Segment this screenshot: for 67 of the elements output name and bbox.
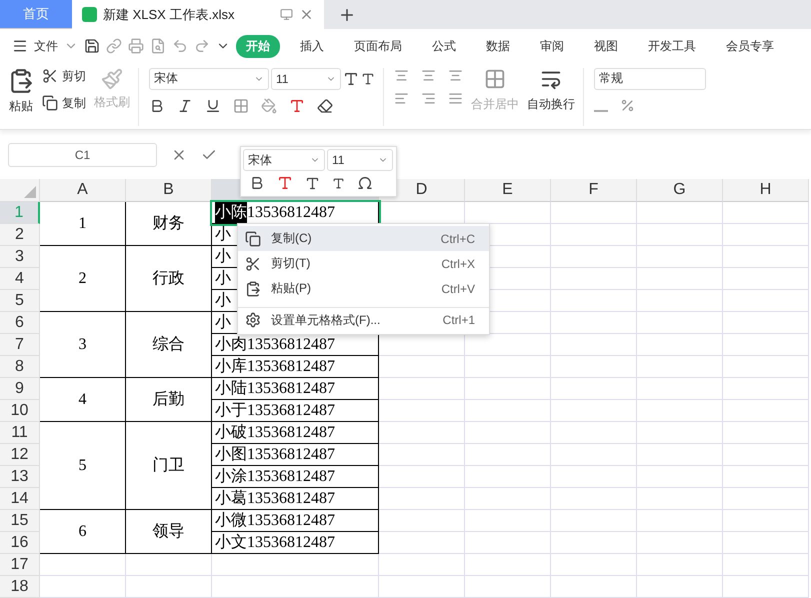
row-header[interactable]: 10 [0, 400, 40, 422]
file-menu[interactable]: 文件 [34, 38, 58, 55]
ribbon-tab[interactable]: 插入 [290, 34, 334, 58]
ribbon-tab[interactable]: 会员专享 [716, 34, 784, 58]
cut-button[interactable]: 剪切 [62, 68, 86, 85]
ribbon-tab[interactable]: 视图 [584, 34, 628, 58]
table-cell: 行政 [126, 246, 212, 312]
column-header[interactable]: G [637, 179, 723, 202]
table-cell: 小微13536812487 [212, 510, 379, 532]
table-cell: 小陆13536812487 [212, 378, 379, 400]
table-cell: 小文13536812487 [212, 532, 379, 554]
menu-item[interactable]: 复制(C) Ctrl+C [238, 226, 489, 251]
table-cell: 3 [40, 312, 126, 378]
table-cell: 小库13536812487 [212, 356, 379, 378]
table-cell: 财务 [126, 202, 212, 246]
row-header[interactable]: 18 [0, 576, 40, 598]
row-header[interactable]: 13 [0, 466, 40, 488]
row-header[interactable]: 17 [0, 554, 40, 576]
number-format-select[interactable]: 常规 [594, 68, 706, 90]
row-header[interactable]: 6 [0, 312, 40, 334]
font-select[interactable]: 宋体 [243, 149, 325, 171]
ribbon-tab[interactable]: 开发工具 [638, 34, 706, 58]
table-cell: 小破13536812487 [212, 422, 379, 444]
font-select[interactable]: 宋体 [149, 68, 269, 90]
row-header[interactable]: 5 [0, 290, 40, 312]
table-cell: 小陈13536812487 [212, 202, 379, 224]
document-tab[interactable]: 新建 XLSX 工作表.xlsx [72, 0, 324, 30]
table-cell: 1 [40, 202, 126, 246]
row-header[interactable]: 12 [0, 444, 40, 466]
column-header[interactable]: A [40, 179, 126, 202]
row-header[interactable]: 9 [0, 378, 40, 400]
copy-button[interactable]: 复制 [62, 94, 86, 112]
ribbon-tab[interactable]: 页面布局 [344, 34, 412, 58]
column-header[interactable]: F [551, 179, 637, 202]
row-header[interactable]: 14 [0, 488, 40, 510]
row-header[interactable]: 15 [0, 510, 40, 532]
row-header[interactable]: 2 [0, 224, 40, 246]
table-cell: 小涂13536812487 [212, 466, 379, 488]
table-cell: 4 [40, 378, 126, 422]
font-size-select[interactable]: 11 [327, 149, 393, 171]
row-header[interactable]: 4 [0, 268, 40, 290]
table-cell: 领导 [126, 510, 212, 554]
paste-button[interactable]: 粘贴 [9, 98, 33, 115]
table-cell: 小图13536812487 [212, 444, 379, 466]
table-cell: 小于13536812487 [212, 400, 379, 422]
column-header[interactable]: E [465, 179, 551, 202]
row-header[interactable]: 16 [0, 532, 40, 554]
table-cell: 2 [40, 246, 126, 312]
font-size-select[interactable]: 11 [271, 68, 341, 90]
row-header[interactable]: 7 [0, 334, 40, 356]
column-header[interactable]: B [126, 179, 212, 202]
row-header[interactable]: 11 [0, 422, 40, 444]
wrap-text-button[interactable]: 自动换行 [527, 96, 575, 113]
name-box[interactable]: C1 [8, 143, 157, 168]
menu-item[interactable]: 设置单元格格式(F)... Ctrl+1 [238, 307, 489, 332]
ribbon-tab[interactable]: 公式 [422, 34, 466, 58]
table-cell: 门卫 [126, 422, 212, 510]
ribbon-tab[interactable]: 审阅 [530, 34, 574, 58]
table-cell: 6 [40, 510, 126, 554]
column-header[interactable]: H [723, 179, 809, 202]
ribbon-tab[interactable]: 数据 [476, 34, 520, 58]
table-cell: 后勤 [126, 378, 212, 422]
row-header[interactable]: 8 [0, 356, 40, 378]
table-cell: 5 [40, 422, 126, 510]
table-cell: 小葛13536812487 [212, 488, 379, 510]
row-header[interactable]: 3 [0, 246, 40, 268]
table-cell: 综合 [126, 312, 212, 378]
